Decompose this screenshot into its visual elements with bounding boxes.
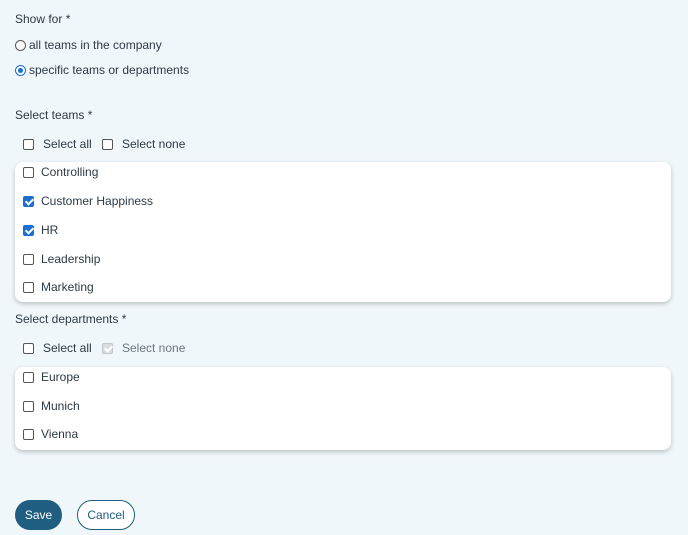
team-item-controlling[interactable]: Controlling [23, 165, 98, 179]
checkbox-icon[interactable] [23, 428, 34, 440]
team-item-hr[interactable]: HR [23, 223, 58, 237]
checkbox-icon[interactable] [23, 166, 34, 178]
select-none-label: Select none [122, 341, 186, 355]
team-label: HR [41, 223, 59, 237]
department-label: Munich [41, 399, 80, 413]
department-item-europe[interactable]: Europe [23, 370, 80, 384]
radio-specific-teams[interactable]: specific teams or departments [15, 63, 189, 77]
show-for-label: Show for * [15, 12, 70, 26]
checkbox-icon[interactable] [23, 400, 34, 412]
cancel-button[interactable]: Cancel [77, 500, 135, 530]
team-label: Customer Happiness [41, 194, 154, 208]
teams-select-all[interactable]: Select all [23, 137, 92, 151]
radio-label: all teams in the company [29, 38, 162, 52]
checkbox-icon[interactable] [23, 253, 34, 265]
select-departments-label-text: Select departments [15, 312, 119, 326]
required-mark: * [87, 108, 93, 122]
radio-label: specific teams or departments [29, 63, 190, 77]
radio-selected-icon[interactable] [15, 64, 26, 76]
select-all-label: Select all [43, 137, 92, 151]
department-label: Europe [41, 370, 80, 384]
teams-select-none[interactable]: Select none [102, 137, 185, 151]
checkbox-checked-icon[interactable] [23, 224, 34, 236]
checkbox-icon[interactable] [102, 138, 113, 150]
show-for-label-text: Show for [15, 12, 63, 26]
select-teams-label-text: Select teams [15, 108, 85, 122]
checkbox-icon[interactable] [23, 342, 34, 354]
department-label: Vienna [41, 427, 79, 441]
departments-select-all[interactable]: Select all [23, 341, 92, 355]
radio-all-teams[interactable]: all teams in the company [15, 38, 162, 52]
team-item-leadership[interactable]: Leadership [23, 252, 100, 266]
required-mark: * [65, 12, 71, 26]
radio-circle-icon[interactable] [15, 39, 26, 51]
team-item-marketing[interactable]: Marketing [23, 280, 94, 294]
select-none-label: Select none [122, 137, 186, 151]
select-departments-label: Select departments * [15, 312, 126, 326]
team-label: Controlling [41, 165, 99, 179]
checkbox-disabled-checked-icon [102, 342, 113, 354]
department-item-munich[interactable]: Munich [23, 399, 80, 413]
departments-list-panel: Europe Munich Vienna [15, 367, 671, 450]
team-item-customer-happiness[interactable]: Customer Happiness [23, 194, 153, 208]
team-label: Marketing [41, 280, 94, 294]
departments-select-none: Select none [102, 341, 185, 355]
teams-list-panel: Controlling Customer Happiness HR Leader… [15, 162, 671, 302]
save-button[interactable]: Save [15, 500, 62, 530]
checkbox-icon[interactable] [23, 371, 34, 383]
team-label: Leadership [41, 252, 101, 266]
checkbox-icon[interactable] [23, 138, 34, 150]
checkbox-icon[interactable] [23, 281, 34, 293]
department-item-vienna[interactable]: Vienna [23, 427, 78, 441]
select-all-label: Select all [43, 341, 92, 355]
checkbox-checked-icon[interactable] [23, 195, 34, 207]
select-teams-label: Select teams * [15, 108, 92, 122]
required-mark: * [121, 312, 127, 326]
